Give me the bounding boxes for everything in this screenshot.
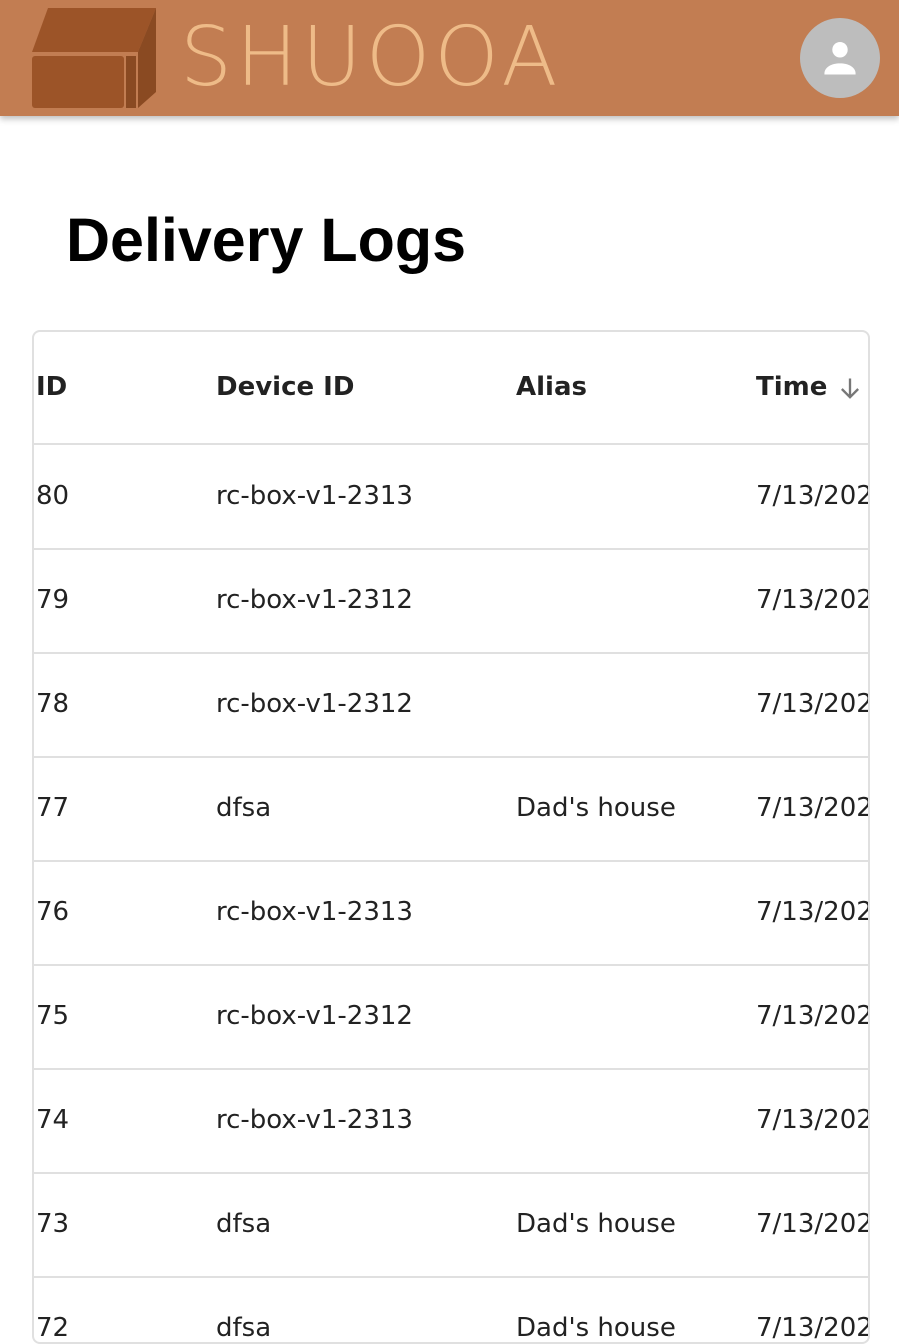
cell-device-id: rc-box-v1-2313 — [216, 1105, 413, 1135]
brand-name[interactable]: SHUOOA — [180, 10, 561, 106]
cell-alias: Dad's house — [516, 793, 676, 823]
cell-device-id: rc-box-v1-2312 — [216, 689, 413, 719]
table-row[interactable]: 75 rc-box-v1-2312 7/13/202 — [34, 965, 868, 1070]
person-icon — [824, 42, 856, 75]
cell-time-wrapper: 7/13/202 — [756, 1209, 868, 1239]
cell-time-wrapper: 7/13/202 — [756, 897, 868, 927]
app-bar: SHUOOA — [0, 0, 899, 116]
column-header-id[interactable]: ID — [36, 372, 67, 402]
cell-time: 7/13/202 — [756, 793, 868, 823]
cell-id: 75 — [36, 1001, 70, 1031]
cell-id: 80 — [36, 481, 70, 511]
column-header-device-id[interactable]: Device ID — [216, 372, 354, 402]
table-row[interactable]: 72 dfsa Dad's house 7/13/202 — [34, 1277, 868, 1343]
page-title: Delivery Logs — [66, 206, 467, 274]
cell-device-id: dfsa — [216, 793, 272, 823]
column-header-alias[interactable]: Alias — [516, 372, 587, 402]
table-header-row: ID Device ID Alias Time — [34, 332, 868, 445]
table-row[interactable]: 74 rc-box-v1-2313 7/13/202 — [34, 1069, 868, 1174]
table-row[interactable]: 80 rc-box-v1-2313 7/13/202 — [34, 445, 868, 550]
cell-time-wrapper: 7/13/202 — [756, 1001, 868, 1031]
table-row[interactable]: 76 rc-box-v1-2313 7/13/202 — [34, 861, 868, 966]
cell-device-id: rc-box-v1-2312 — [216, 585, 413, 615]
cell-time-wrapper: 7/13/202 — [756, 793, 868, 823]
cell-time: 7/13/202 — [756, 1313, 868, 1343]
table-row[interactable]: 79 rc-box-v1-2312 7/13/202 — [34, 549, 868, 654]
cell-id: 77 — [36, 793, 70, 823]
cell-device-id: rc-box-v1-2313 — [216, 897, 413, 927]
delivery-logs-table: ID Device ID Alias Time 80 rc-box-v1-2313… — [32, 330, 870, 1344]
cell-time: 7/13/202 — [756, 1001, 868, 1031]
arrow-down-icon[interactable] — [836, 375, 864, 408]
cell-device-id: dfsa — [216, 1313, 272, 1343]
cell-id: 72 — [36, 1313, 70, 1343]
cell-time-wrapper: 7/13/202 — [756, 1313, 868, 1343]
cell-id: 73 — [36, 1209, 70, 1239]
cell-time-wrapper: 7/13/202 — [756, 1105, 868, 1135]
cell-device-id: rc-box-v1-2313 — [216, 481, 413, 511]
cell-time: 7/13/202 — [756, 1105, 868, 1135]
cell-id: 79 — [36, 585, 70, 615]
cell-time: 7/13/202 — [756, 585, 868, 615]
cell-time: 7/13/202 — [756, 897, 868, 927]
table-row[interactable]: 77 dfsa Dad's house 7/13/202 — [34, 757, 868, 862]
cell-device-id: rc-box-v1-2312 — [216, 1001, 413, 1031]
profile-avatar-button[interactable] — [800, 18, 880, 98]
cell-time-wrapper: 7/13/202 — [756, 585, 868, 615]
cell-id: 74 — [36, 1105, 70, 1135]
cell-alias: Dad's house — [516, 1313, 676, 1343]
cell-device-id: dfsa — [216, 1209, 272, 1239]
cell-time: 7/13/202 — [756, 689, 868, 719]
cell-time: 7/13/202 — [756, 1209, 868, 1239]
table-row[interactable]: 73 dfsa Dad's house 7/13/202 — [34, 1173, 868, 1278]
cell-id: 76 — [36, 897, 70, 927]
cell-id: 78 — [36, 689, 70, 719]
column-header-time[interactable]: Time — [756, 372, 827, 402]
cell-time: 7/13/202 — [756, 481, 868, 511]
cell-time-wrapper: 7/13/202 — [756, 481, 868, 511]
table-row[interactable]: 78 rc-box-v1-2312 7/13/202 — [34, 653, 868, 758]
cell-alias: Dad's house — [516, 1209, 676, 1239]
cell-time-wrapper: 7/13/202 — [756, 689, 868, 719]
open-box-icon[interactable] — [30, 6, 160, 115]
